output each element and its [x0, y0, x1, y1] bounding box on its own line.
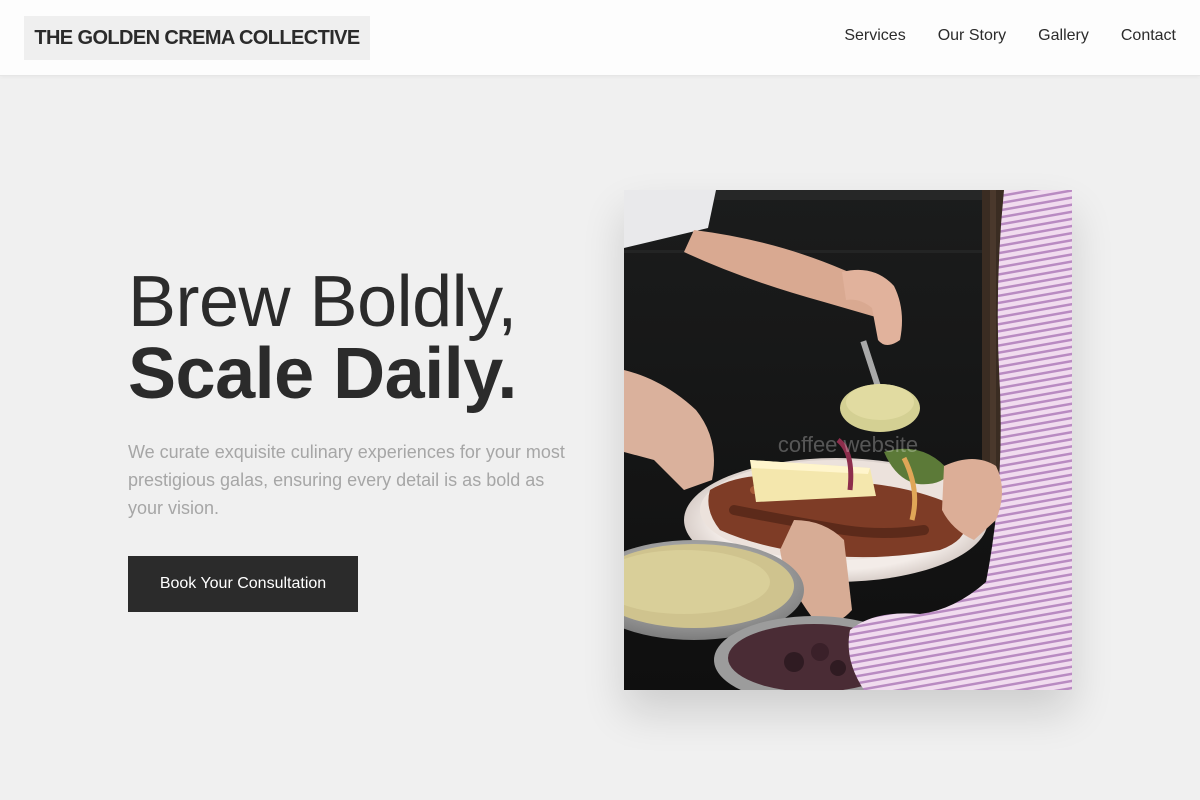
nav-link-our-story[interactable]: Our Story — [938, 27, 1006, 45]
hero-headline: Brew Boldly, Scale Daily. — [128, 266, 588, 410]
food-photo-illustration: coffee website — [624, 190, 1072, 690]
headline-line-2: Scale Daily. — [128, 334, 517, 414]
hero-subtitle: We curate exquisite culinary experiences… — [128, 442, 565, 518]
brand-logo[interactable]: THE GOLDEN CREMA COLLECTIVE — [24, 16, 370, 60]
site-header: THE GOLDEN CREMA COLLECTIVE Services Our… — [0, 0, 1200, 76]
image-watermark: coffee website — [778, 432, 918, 457]
nav-link-gallery[interactable]: Gallery — [1038, 27, 1089, 45]
hero-section: Brew Boldly, Scale Daily. We curate exqu… — [128, 266, 588, 612]
main-nav: Services Our Story Gallery Contact — [844, 0, 1176, 72]
nav-link-contact[interactable]: Contact — [1121, 27, 1176, 45]
headline-line-1: Brew Boldly, — [128, 262, 517, 342]
book-consultation-button[interactable]: Book Your Consultation — [128, 556, 358, 612]
hero-image: coffee website — [624, 190, 1072, 690]
nav-link-services[interactable]: Services — [844, 27, 905, 45]
